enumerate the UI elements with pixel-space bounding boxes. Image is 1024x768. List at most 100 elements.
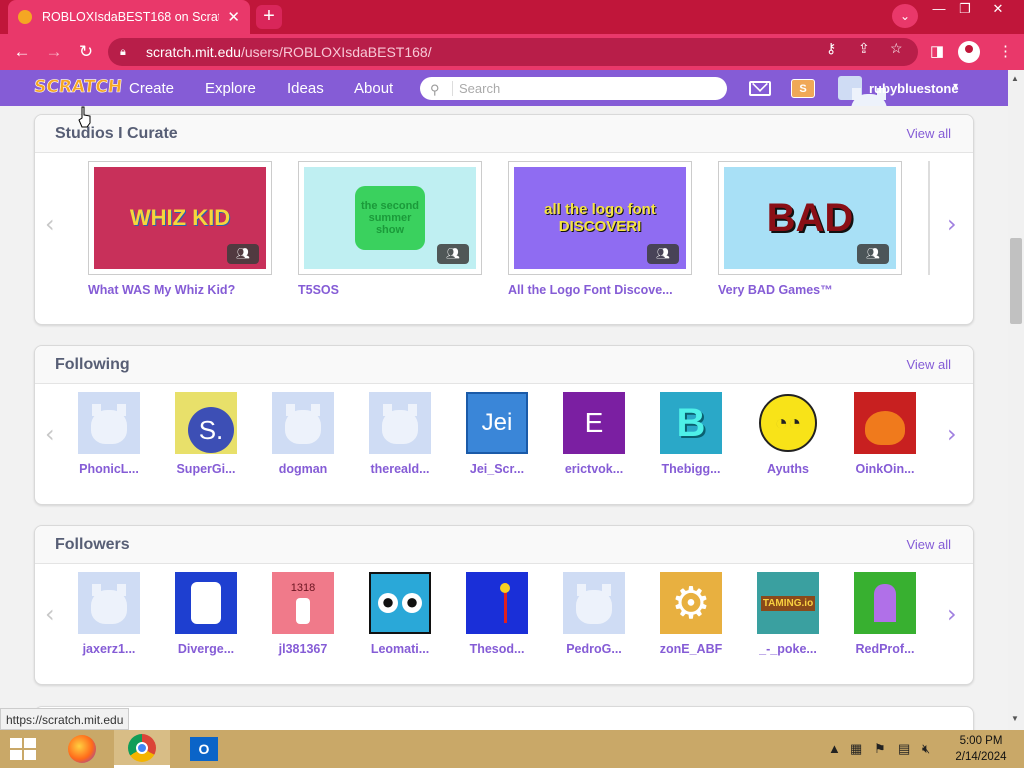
my-stuff-folder-icon[interactable]: S xyxy=(791,79,815,98)
user-avatar: 1318 xyxy=(272,572,334,634)
user-name[interactable]: Leomati... xyxy=(367,642,433,656)
key-icon[interactable]: ⚷ xyxy=(826,40,836,57)
user-name[interactable]: PedroG... xyxy=(561,642,627,656)
outlook-icon[interactable]: O xyxy=(176,730,232,768)
studio-title[interactable]: Very BAD Games™ xyxy=(718,283,902,297)
scratch-logo[interactable]: SCRATCH xyxy=(33,77,124,98)
firefox-icon[interactable] xyxy=(54,730,110,768)
user-card[interactable]: E erictvok... xyxy=(561,392,627,476)
back-arrow-icon[interactable]: ← xyxy=(10,40,34,64)
studio-card[interactable]: WHIZ KID 👥︎ What WAS My Whiz Kid? xyxy=(88,161,272,297)
user-card[interactable]: Jei Jei_Scr... xyxy=(464,392,530,476)
user-name[interactable]: jaxerz1... xyxy=(76,642,142,656)
nav-explore[interactable]: Explore xyxy=(205,80,256,97)
tray-flag-icon[interactable]: ⚑ xyxy=(874,741,886,757)
profile-avatar-icon[interactable] xyxy=(958,41,980,63)
user-avatar: S. xyxy=(175,392,237,454)
tray-volume-muted-icon[interactable]: 🔇︎ xyxy=(922,741,930,757)
user-card[interactable]: TAMING.io _-_poke... xyxy=(755,572,821,656)
user-card[interactable]: PhonicL... xyxy=(76,392,142,476)
user-name[interactable]: Ayuths xyxy=(755,462,821,476)
restore-button[interactable]: ❐ xyxy=(954,0,976,20)
tab-search-icon[interactable]: ⌄ xyxy=(892,4,918,28)
new-tab-button[interactable]: + xyxy=(256,5,282,29)
user-card[interactable]: ● ● Leomati... xyxy=(367,572,433,656)
user-card[interactable]: dogman xyxy=(270,392,336,476)
user-card[interactable]: jaxerz1... xyxy=(76,572,142,656)
studio-title[interactable]: What WAS My Whiz Kid? xyxy=(88,283,272,297)
carousel-right-arrow-icon[interactable]: › xyxy=(947,210,957,238)
user-avatar[interactable] xyxy=(838,76,887,128)
user-card[interactable]: thereald... xyxy=(367,392,433,476)
share-icon[interactable]: ⇪ xyxy=(858,40,870,57)
carousel-left-arrow-icon[interactable]: ‹ xyxy=(45,420,55,448)
user-name[interactable]: Thebigg... xyxy=(658,462,724,476)
user-card[interactable]: OinkOin... xyxy=(852,392,918,476)
next-section-box xyxy=(34,706,974,730)
user-name[interactable]: thereald... xyxy=(367,462,433,476)
user-card[interactable]: ◔◔ Ayuths xyxy=(755,392,821,476)
user-name[interactable]: Thesod... xyxy=(464,642,530,656)
scroll-up-arrow-icon[interactable]: ▲ xyxy=(1011,74,1019,83)
view-all-link[interactable]: View all xyxy=(906,126,951,141)
carousel-right-arrow-icon[interactable]: › xyxy=(947,420,957,448)
address-bar[interactable]: 🔒︎ scratch.mit.edu /users/ROBLOXIsdaBEST… xyxy=(108,38,918,66)
user-card[interactable]: PedroG... xyxy=(561,572,627,656)
tray-network-icon[interactable]: ▤ xyxy=(898,741,910,757)
scroll-thumb[interactable] xyxy=(1010,238,1022,324)
account-dropdown-caret-icon[interactable]: ▾ xyxy=(953,81,958,92)
user-name[interactable]: PhonicL... xyxy=(76,462,142,476)
reload-icon[interactable]: ↻ xyxy=(74,40,98,64)
nav-ideas[interactable]: Ideas xyxy=(287,80,324,97)
page-scrollbar[interactable]: ▲ ▼ xyxy=(1008,70,1024,730)
user-card[interactable]: S. SuperGi... xyxy=(173,392,239,476)
kebab-menu-icon[interactable]: ⋮ xyxy=(998,42,1013,60)
section-title: Following xyxy=(55,356,130,373)
user-card[interactable]: Diverge... xyxy=(173,572,239,656)
bookmark-star-icon[interactable]: ☆ xyxy=(890,40,903,57)
tab-close-icon[interactable]: ✕ xyxy=(227,8,240,26)
scroll-down-arrow-icon[interactable]: ▼ xyxy=(1011,714,1019,723)
close-window-button[interactable]: ✕ xyxy=(986,0,1010,20)
nav-about[interactable]: About xyxy=(354,80,393,97)
user-card[interactable]: B Thebigg... xyxy=(658,392,724,476)
carousel-left-arrow-icon[interactable]: ‹ xyxy=(45,600,55,628)
messages-envelope-icon[interactable] xyxy=(749,81,771,96)
user-card[interactable]: RedProf... xyxy=(852,572,918,656)
carousel-left-arrow-icon[interactable]: ‹ xyxy=(45,210,55,238)
user-card[interactable]: 1318 jl381367 xyxy=(270,572,336,656)
side-panel-icon[interactable]: ◨ xyxy=(930,42,944,60)
carousel-right-arrow-icon[interactable]: › xyxy=(947,600,957,628)
user-name[interactable]: RedProf... xyxy=(852,642,918,656)
view-all-link[interactable]: View all xyxy=(906,357,951,372)
user-name[interactable]: jl381367 xyxy=(270,642,336,656)
user-name[interactable]: _-_poke... xyxy=(755,642,821,656)
nav-create[interactable]: Create xyxy=(129,80,174,97)
forward-arrow-icon[interactable]: → xyxy=(42,40,66,64)
user-name[interactable]: Jei_Scr... xyxy=(464,462,530,476)
search-input[interactable] xyxy=(452,81,712,96)
tray-network-device-icon[interactable]: ▦ xyxy=(850,741,862,757)
browser-tab[interactable]: ROBLOXIsdaBEST168 on Scratch ✕ xyxy=(8,0,250,34)
username[interactable]: rubybluestone xyxy=(869,81,959,96)
user-name[interactable]: Diverge... xyxy=(173,642,239,656)
user-card[interactable]: ⚙ zonE_ABF xyxy=(658,572,724,656)
user-name[interactable]: dogman xyxy=(270,462,336,476)
user-name[interactable]: SuperGi... xyxy=(173,462,239,476)
studio-title[interactable]: All the Logo Font Discove... xyxy=(508,283,692,297)
user-name[interactable]: erictvok... xyxy=(561,462,627,476)
studio-title[interactable]: T5SOS xyxy=(298,283,482,297)
studio-card[interactable]: all the logo font DISCOVERI 👥︎ All the L… xyxy=(508,161,692,297)
chrome-icon[interactable] xyxy=(114,730,170,768)
windows-start-icon[interactable] xyxy=(10,738,38,762)
tray-chevron-icon[interactable]: ▲ xyxy=(828,741,841,756)
user-name[interactable]: zonE_ABF xyxy=(658,642,724,656)
taskbar-clock[interactable]: 5:00 PM 2/14/2024 xyxy=(948,733,1014,765)
view-all-link[interactable]: View all xyxy=(906,537,951,552)
url-host: scratch.mit.edu xyxy=(146,44,241,60)
studio-card[interactable]: the second summer show 👥︎ T5SOS xyxy=(298,161,482,297)
user-name[interactable]: OinkOin... xyxy=(852,462,918,476)
user-card[interactable]: Thesod... xyxy=(464,572,530,656)
minimize-button[interactable]: — xyxy=(928,0,950,20)
studio-card[interactable]: BAD 👥︎ Very BAD Games™ xyxy=(718,161,902,297)
